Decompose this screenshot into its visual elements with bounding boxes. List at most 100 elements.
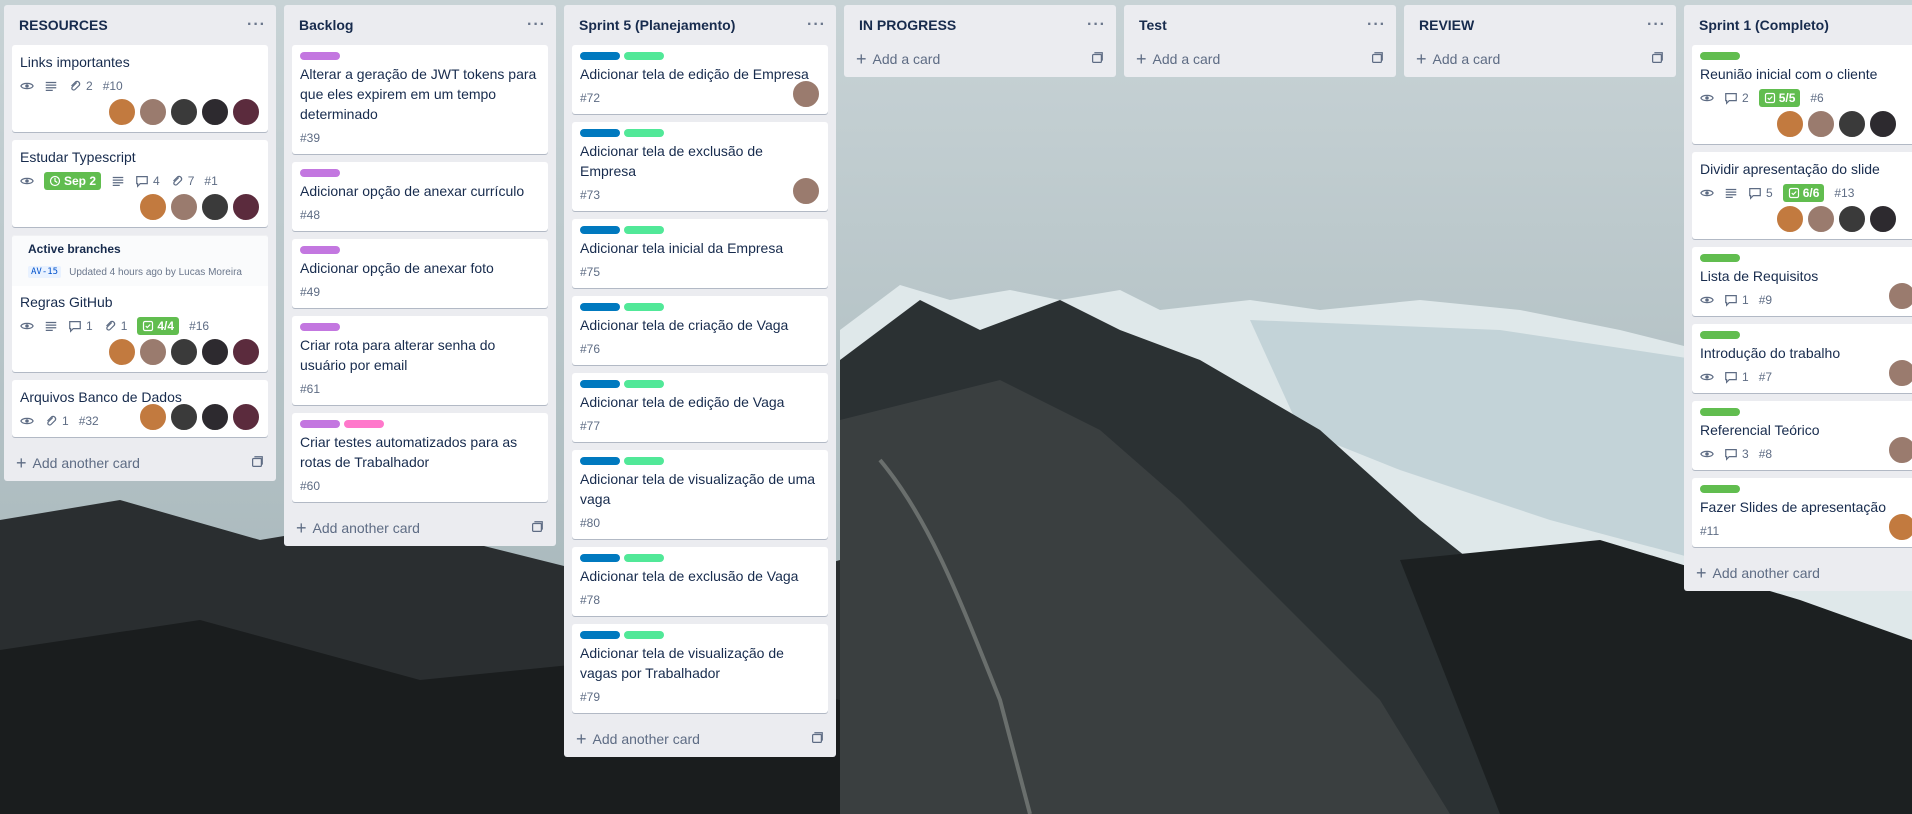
- label-blue[interactable]: [580, 52, 620, 60]
- card[interactable]: Reunião inicial com o cliente 2 5/5 #6: [1692, 45, 1912, 144]
- label-teal[interactable]: [624, 52, 664, 60]
- label-teal[interactable]: [624, 129, 664, 137]
- card[interactable]: Adicionar tela inicial da Empresa #75: [572, 219, 828, 288]
- avatar[interactable]: [1888, 436, 1912, 464]
- avatar[interactable]: [1807, 110, 1835, 138]
- avatar[interactable]: [139, 193, 167, 221]
- due-date-badge[interactable]: Sep 2: [44, 172, 102, 190]
- avatar[interactable]: [792, 177, 820, 205]
- card[interactable]: Adicionar tela de visualização de uma va…: [572, 450, 828, 539]
- card-template-icon[interactable]: [530, 520, 544, 537]
- label-blue[interactable]: [580, 457, 620, 465]
- label-pink[interactable]: [344, 420, 384, 428]
- label-blue[interactable]: [580, 554, 620, 562]
- list-menu-button[interactable]: ···: [1647, 16, 1666, 34]
- avatar[interactable]: [170, 98, 198, 126]
- card-template-icon[interactable]: [1650, 51, 1664, 68]
- list-menu-button[interactable]: ···: [527, 16, 546, 34]
- card[interactable]: Adicionar opção de anexar foto #49: [292, 239, 548, 308]
- card[interactable]: Referencial Teórico 3 #8: [1692, 401, 1912, 470]
- label-teal[interactable]: [624, 631, 664, 639]
- card[interactable]: Adicionar tela de edição de Vaga #77: [572, 373, 828, 442]
- card[interactable]: Estudar Typescript Sep 2 4 7 #1: [12, 140, 268, 227]
- card[interactable]: Adicionar tela de visualização de vagas …: [572, 624, 828, 713]
- label-teal[interactable]: [624, 457, 664, 465]
- avatar[interactable]: [170, 193, 198, 221]
- avatar[interactable]: [232, 338, 260, 366]
- label-purple[interactable]: [300, 420, 340, 428]
- label-teal[interactable]: [624, 380, 664, 388]
- avatar[interactable]: [1869, 205, 1897, 233]
- avatar[interactable]: [232, 98, 260, 126]
- avatar[interactable]: [170, 403, 198, 431]
- label-purple[interactable]: [300, 52, 340, 60]
- card[interactable]: Active branches AV-15 Updated 4 hours ag…: [12, 235, 268, 372]
- add-a-card-button[interactable]: + Add a card: [1404, 41, 1676, 77]
- add-a-card-button[interactable]: + Add a card: [1124, 41, 1396, 77]
- label-green[interactable]: [1700, 52, 1740, 60]
- avatar[interactable]: [170, 338, 198, 366]
- avatar[interactable]: [108, 338, 136, 366]
- card[interactable]: Adicionar tela de criação de Vaga #76: [572, 296, 828, 365]
- card[interactable]: Fazer Slides de apresentação #11: [1692, 478, 1912, 547]
- avatar[interactable]: [201, 403, 229, 431]
- card[interactable]: Lista de Requisitos 1 #9: [1692, 247, 1912, 316]
- avatar[interactable]: [232, 193, 260, 221]
- list-menu-button[interactable]: ···: [1087, 16, 1106, 34]
- add-another-card-button[interactable]: + Add another card: [1684, 555, 1912, 591]
- avatar[interactable]: [139, 338, 167, 366]
- label-teal[interactable]: [624, 554, 664, 562]
- github-branches-panel[interactable]: Active branches AV-15 Updated 4 hours ag…: [12, 235, 268, 286]
- card[interactable]: Criar testes automatizados para as rotas…: [292, 413, 548, 502]
- card[interactable]: Adicionar tela de exclusão de Vaga #78: [572, 547, 828, 616]
- list-menu-button[interactable]: ···: [807, 16, 826, 34]
- avatar[interactable]: [792, 80, 820, 108]
- label-green[interactable]: [1700, 485, 1740, 493]
- label-blue[interactable]: [580, 226, 620, 234]
- list-menu-button[interactable]: ···: [1367, 16, 1386, 34]
- label-blue[interactable]: [580, 380, 620, 388]
- add-another-card-button[interactable]: + Add another card: [4, 445, 276, 481]
- add-another-card-button[interactable]: + Add another card: [284, 510, 556, 546]
- avatar[interactable]: [1807, 205, 1835, 233]
- card[interactable]: Adicionar opção de anexar currículo #48: [292, 162, 548, 231]
- label-blue[interactable]: [580, 631, 620, 639]
- label-green[interactable]: [1700, 408, 1740, 416]
- label-purple[interactable]: [300, 169, 340, 177]
- card[interactable]: Arquivos Banco de Dados 1 #32: [12, 380, 268, 437]
- card[interactable]: Dividir apresentação do slide 5 6/6 #13: [1692, 152, 1912, 239]
- card[interactable]: Introdução do trabalho 1 #7: [1692, 324, 1912, 393]
- add-another-card-button[interactable]: + Add another card: [564, 721, 836, 757]
- label-purple[interactable]: [300, 246, 340, 254]
- card-template-icon[interactable]: [1370, 51, 1384, 68]
- avatar[interactable]: [1838, 110, 1866, 138]
- avatar[interactable]: [1888, 282, 1912, 310]
- label-blue[interactable]: [580, 303, 620, 311]
- avatar[interactable]: [201, 193, 229, 221]
- avatar[interactable]: [201, 338, 229, 366]
- avatar[interactable]: [1869, 110, 1897, 138]
- list-menu-button[interactable]: ···: [247, 16, 266, 34]
- avatar[interactable]: [1838, 205, 1866, 233]
- card[interactable]: Alterar a geração de JWT tokens para que…: [292, 45, 548, 154]
- avatar[interactable]: [232, 403, 260, 431]
- card-template-icon[interactable]: [810, 731, 824, 748]
- label-green[interactable]: [1700, 331, 1740, 339]
- label-teal[interactable]: [624, 303, 664, 311]
- card[interactable]: Criar rota para alterar senha do usuário…: [292, 316, 548, 405]
- card[interactable]: Links importantes 2 #10: [12, 45, 268, 132]
- avatar[interactable]: [1888, 513, 1912, 541]
- avatar[interactable]: [201, 98, 229, 126]
- label-blue[interactable]: [580, 129, 620, 137]
- avatar[interactable]: [139, 403, 167, 431]
- label-purple[interactable]: [300, 323, 340, 331]
- add-a-card-button[interactable]: + Add a card: [844, 41, 1116, 77]
- label-green[interactable]: [1700, 254, 1740, 262]
- avatar[interactable]: [139, 98, 167, 126]
- avatar[interactable]: [1776, 110, 1804, 138]
- label-teal[interactable]: [624, 226, 664, 234]
- branch-tag[interactable]: AV-15: [28, 266, 62, 278]
- avatar[interactable]: [1888, 359, 1912, 387]
- card[interactable]: Adicionar tela de exclusão de Empresa #7…: [572, 122, 828, 211]
- avatar[interactable]: [1776, 205, 1804, 233]
